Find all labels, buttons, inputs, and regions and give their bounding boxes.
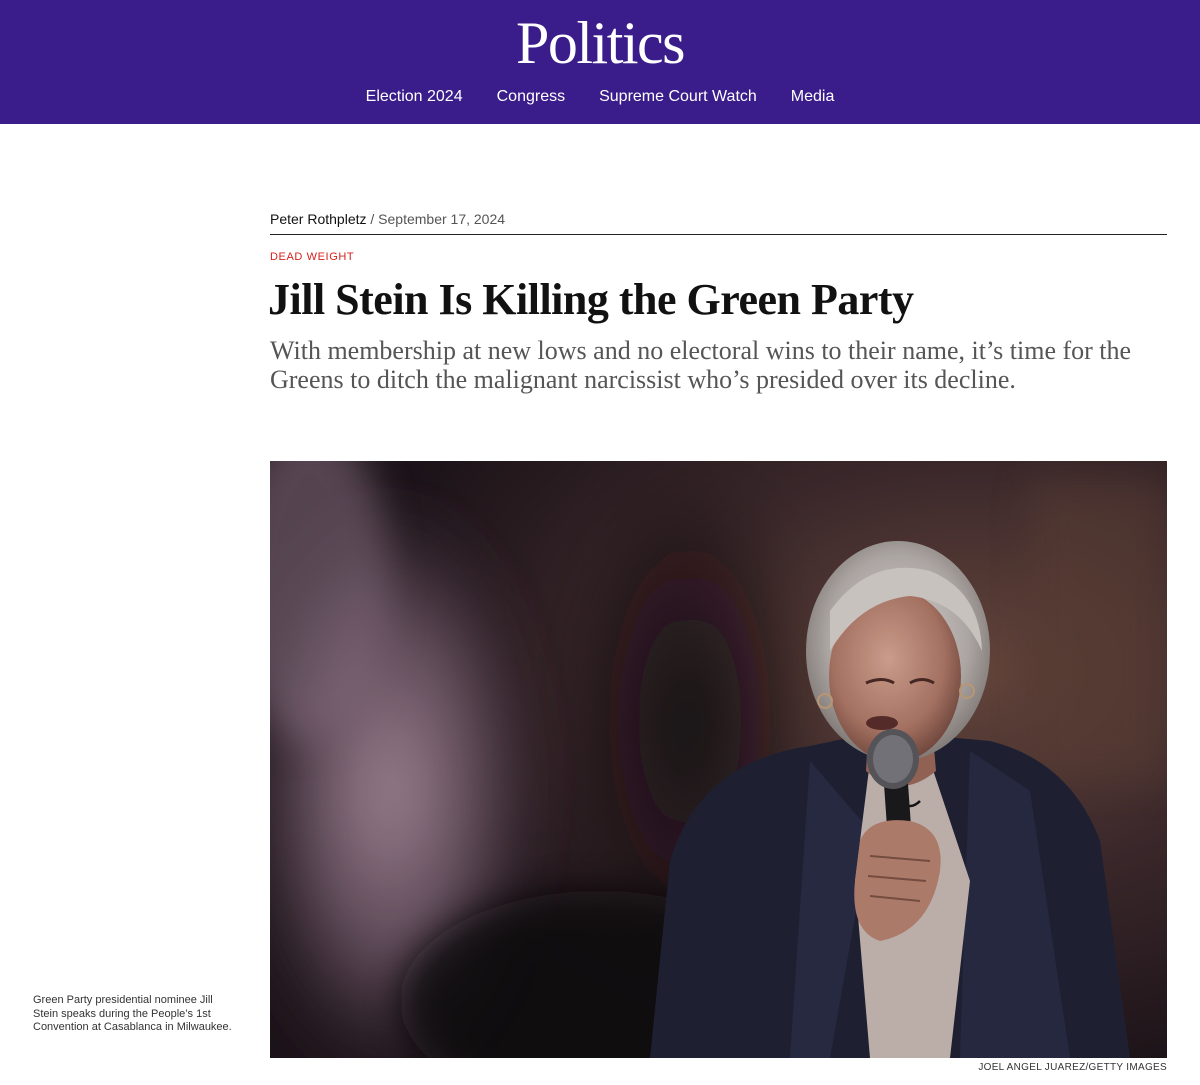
publish-date: September 17, 2024	[378, 211, 506, 227]
lead-photo-illustration	[270, 461, 1167, 1058]
nav-item-supreme-court-watch[interactable]: Supreme Court Watch	[599, 86, 757, 110]
lead-photo	[270, 461, 1167, 1058]
nav-item-congress[interactable]: Congress	[497, 86, 565, 110]
section-logo[interactable]: Politics	[0, 8, 1200, 78]
byline-divider	[270, 234, 1167, 235]
nav-item-election-2024[interactable]: Election 2024	[366, 86, 463, 110]
photo-caption: Green Party presidential nominee Jill St…	[33, 994, 232, 1034]
section-nav: Election 2024 Congress Supreme Court Wat…	[0, 86, 1200, 110]
article-headline: Jill Stein Is Killing the Green Party	[268, 275, 914, 324]
article-kicker[interactable]: DEAD WEIGHT	[270, 250, 354, 264]
nav-item-media[interactable]: Media	[791, 86, 835, 110]
byline: Peter Rothpletz / September 17, 2024	[270, 209, 1167, 235]
site-masthead: Politics Election 2024 Congress Supreme …	[0, 0, 1200, 124]
article-dek: With membership at new lows and no elect…	[270, 336, 1132, 394]
author-link[interactable]: Peter Rothpletz	[270, 211, 367, 227]
photo-credit: JOEL ANGEL JUAREZ/GETTY IMAGES	[978, 1062, 1167, 1073]
byline-separator: /	[370, 211, 375, 227]
